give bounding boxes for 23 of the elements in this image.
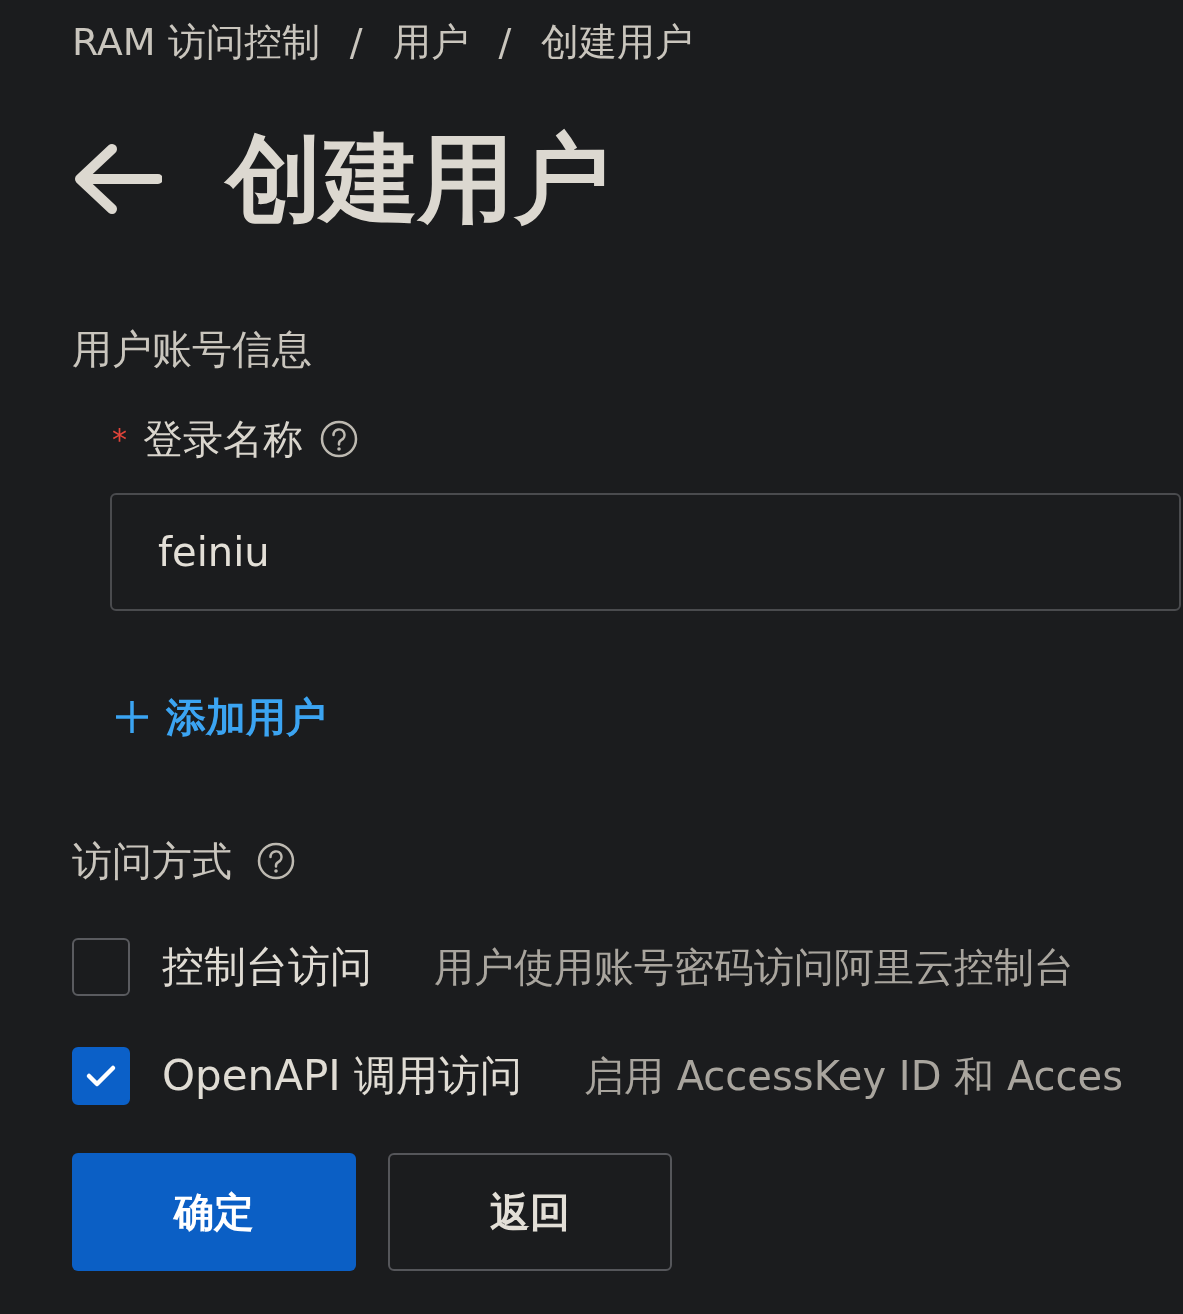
breadcrumb-current: 创建用户 (541, 19, 694, 66)
breadcrumb-separator: / (349, 19, 363, 66)
checkbox[interactable] (72, 937, 130, 996)
add-user-link[interactable]: 添加用户 (166, 687, 326, 747)
breadcrumb-separator: / (498, 19, 512, 66)
option-label: OpenAPI 调用访问 (162, 1050, 522, 1102)
back-button[interactable]: 返回 (388, 1153, 672, 1271)
checkbox[interactable] (72, 1046, 130, 1105)
breadcrumb-link[interactable]: RAM 访问控制 (72, 14, 320, 71)
required-mark: * (112, 420, 127, 459)
field-label: 登录名称 (143, 415, 303, 464)
input-field[interactable]: feiniu (110, 493, 1181, 611)
page-title: 创建用户 (226, 131, 610, 227)
option-description: 用户使用账号密码访问阿里云控制台 (434, 942, 1074, 992)
section-heading: 用户账号信息 (72, 325, 313, 374)
breadcrumb-link[interactable]: 用户 (392, 14, 469, 71)
help-icon[interactable] (319, 419, 359, 459)
confirm-button[interactable]: 确定 (72, 1153, 356, 1271)
option-description: 启用 AccessKey ID 和 Acces (584, 1051, 1123, 1101)
help-icon[interactable] (256, 841, 296, 881)
section-heading: 访问方式 (72, 837, 232, 886)
option-label: 控制台访问 (162, 941, 372, 993)
plus-icon[interactable] (114, 699, 150, 735)
